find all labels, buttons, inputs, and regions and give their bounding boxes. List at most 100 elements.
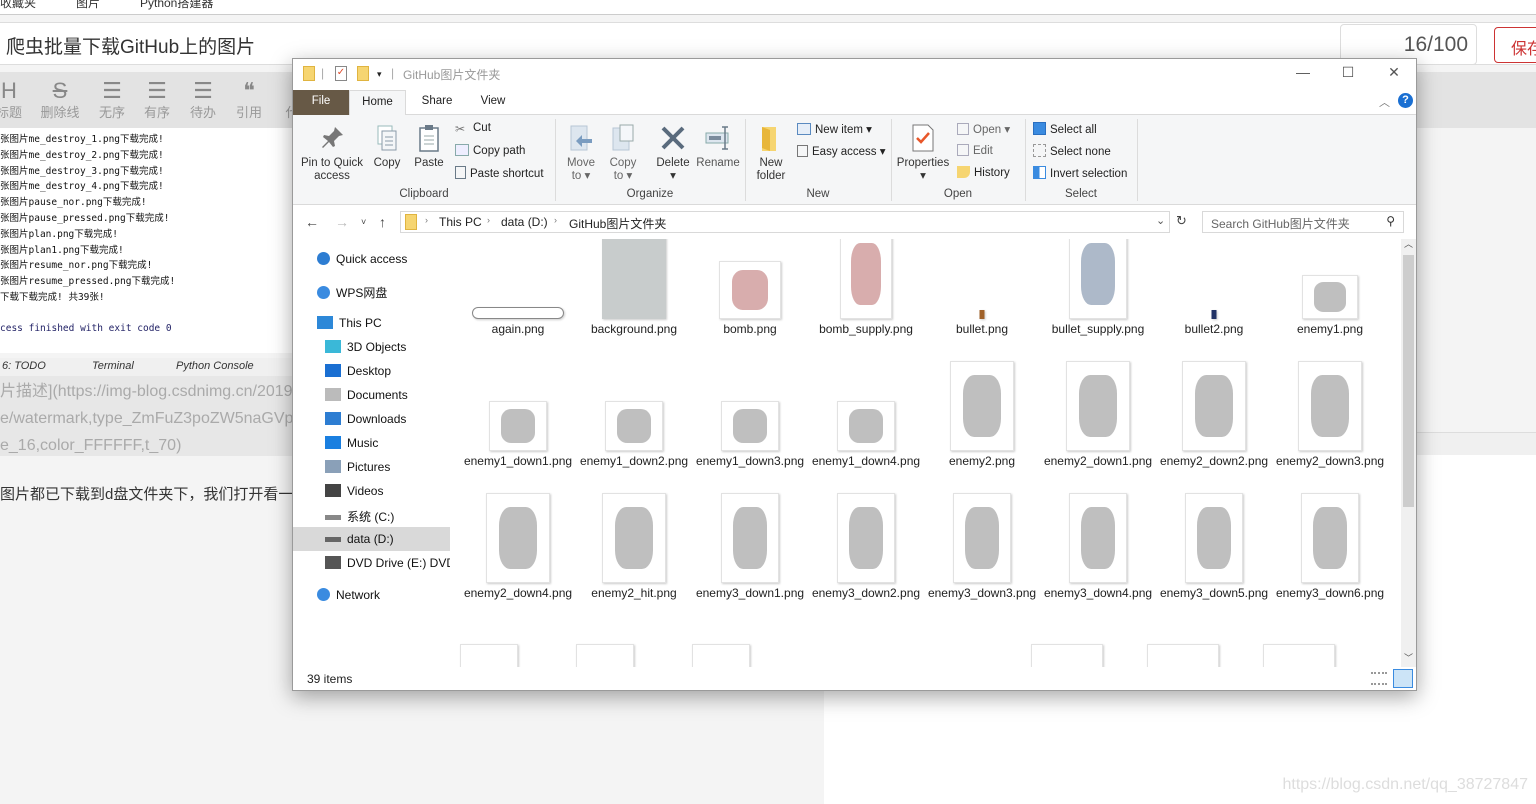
nav-item[interactable]: WPS网盘: [293, 279, 450, 303]
cut-button[interactable]: ✂ Cut: [455, 122, 491, 136]
customize-quick-access-icon[interactable]: ▾: [377, 69, 382, 80]
breadcrumb-this-pc[interactable]: This PC: [439, 215, 482, 229]
nav-item[interactable]: 3D Objects: [293, 335, 450, 359]
history-button[interactable]: History: [957, 166, 1010, 179]
markdown-paragraph[interactable]: 图片都已下载到d盘文件夹下，我们打开看一: [0, 483, 293, 504]
scroll-down-icon[interactable]: ﹀: [1404, 651, 1413, 664]
heading-button[interactable]: H 标题: [0, 80, 24, 121]
breadcrumb-github-folder[interactable]: GitHub图片文件夹: [569, 215, 666, 232]
file-item[interactable]: enemy2_hit.png: [579, 493, 689, 635]
bookmark-item[interactable]: 收藏夹: [0, 0, 36, 11]
search-input[interactable]: Search GitHub图片文件夹 ⚲: [1202, 211, 1404, 233]
properties-button[interactable]: Properties ▾: [895, 123, 951, 183]
file-item[interactable]: enemy2.png: [927, 361, 1037, 503]
properties-quick-icon[interactable]: ✓: [335, 66, 347, 81]
tab-terminal[interactable]: Terminal: [92, 360, 134, 372]
up-button[interactable]: ↑: [379, 214, 386, 230]
tab-python-console[interactable]: Python Console: [176, 360, 254, 372]
file-item[interactable]: enemy3_down3.png: [927, 493, 1037, 635]
article-title-input[interactable]: 爬虫批量下载GitHub上的图片: [6, 32, 255, 59]
file-item[interactable]: enemy1_down1.png: [463, 371, 573, 503]
tab-share[interactable]: Share: [411, 90, 463, 115]
scroll-up-icon[interactable]: ︿: [1404, 237, 1413, 250]
nav-item[interactable]: Videos: [293, 479, 450, 503]
nav-item[interactable]: data (D:): [293, 527, 450, 551]
delete-button[interactable]: Delete ▾: [651, 123, 695, 183]
edit-button[interactable]: Edit: [957, 144, 993, 157]
address-dropdown-icon[interactable]: ⌄: [1156, 214, 1165, 227]
strikethrough-button[interactable]: S 删除线: [40, 80, 80, 121]
file-item[interactable]: enemy1_down4.png: [811, 371, 921, 503]
tab-todo[interactable]: 6: TODO: [2, 360, 46, 372]
help-icon[interactable]: ?: [1398, 93, 1413, 108]
file-thumbnail-partial[interactable]: [1263, 644, 1335, 667]
save-button[interactable]: 保存: [1494, 27, 1536, 63]
details-view-button[interactable]: [1371, 672, 1387, 685]
quote-button[interactable]: ❝ 引用: [234, 80, 264, 121]
file-item[interactable]: enemy2_down2.png: [1159, 361, 1269, 503]
unordered-list-button[interactable]: ☰ 无序: [97, 80, 127, 121]
file-item[interactable]: enemy3_down6.png: [1275, 493, 1385, 635]
pin-to-quick-access-button[interactable]: Pin to Quick access: [299, 123, 365, 183]
file-thumbnail-partial[interactable]: [576, 644, 634, 667]
file-item[interactable]: enemy2_down3.png: [1275, 361, 1385, 503]
bookmark-item[interactable]: Python搭建器: [140, 0, 213, 11]
file-item[interactable]: enemy2_down4.png: [463, 493, 573, 635]
nav-item[interactable]: Downloads: [293, 407, 450, 431]
title-bar[interactable]: | ✓ ▾ | GitHub图片文件夹 — ☐ ✕: [293, 59, 1416, 89]
bookmark-item[interactable]: 图片: [76, 0, 100, 11]
new-folder-button[interactable]: New folder: [751, 123, 791, 183]
open-button[interactable]: Open ▾: [957, 122, 1010, 136]
invert-selection-button[interactable]: Invert selection: [1033, 166, 1127, 180]
file-thumbnail-partial[interactable]: [1147, 644, 1219, 667]
large-icons-view-button[interactable]: [1393, 669, 1413, 688]
file-item[interactable]: enemy3_down5.png: [1159, 493, 1269, 635]
file-item[interactable]: background.png: [579, 239, 689, 371]
collapse-ribbon-icon[interactable]: ︿: [1379, 94, 1390, 110]
move-to-button[interactable]: Move to ▾: [561, 123, 601, 183]
back-button[interactable]: ←: [305, 214, 319, 230]
breadcrumb-data-d[interactable]: data (D:): [501, 215, 548, 229]
file-item[interactable]: enemy1.png: [1275, 239, 1385, 371]
paste-shortcut-button[interactable]: Paste shortcut: [455, 166, 544, 180]
file-item[interactable]: enemy3_down2.png: [811, 493, 921, 635]
forward-button[interactable]: →: [335, 214, 349, 230]
file-item[interactable]: enemy1_down2.png: [579, 371, 689, 503]
todo-list-button[interactable]: ☰ 待办: [188, 80, 218, 121]
new-item-button[interactable]: New item ▾: [797, 122, 872, 136]
tab-file[interactable]: File: [293, 90, 349, 115]
nav-item[interactable]: 系统 (C:): [293, 503, 450, 527]
select-none-button[interactable]: Select none: [1033, 144, 1111, 158]
address-bar[interactable]: › This PC › data (D:) › GitHub图片文件夹 ⌄: [400, 211, 1170, 233]
ordered-list-button[interactable]: ☰ 有序: [142, 80, 172, 121]
minimize-button[interactable]: —: [1288, 64, 1318, 80]
file-item[interactable]: bullet2.png: [1159, 239, 1269, 371]
file-item[interactable]: bomb_supply.png: [811, 239, 921, 371]
nav-item[interactable]: Documents: [293, 383, 450, 407]
easy-access-button[interactable]: Easy access ▾: [797, 144, 886, 158]
select-all-button[interactable]: Select all: [1033, 122, 1097, 136]
nav-item[interactable]: Network: [293, 583, 450, 607]
nav-item[interactable]: Desktop: [293, 359, 450, 383]
file-item[interactable]: again.png: [463, 239, 573, 371]
file-thumbnail-partial[interactable]: [1031, 644, 1103, 667]
paste-button[interactable]: Paste: [409, 123, 449, 170]
nav-item[interactable]: Pictures: [293, 455, 450, 479]
nav-item[interactable]: Quick access: [293, 247, 450, 271]
recent-locations-button[interactable]: ˅: [361, 217, 366, 227]
scrollbar-thumb[interactable]: [1403, 255, 1414, 507]
file-item[interactable]: enemy2_down1.png: [1043, 361, 1153, 503]
markdown-source[interactable]: 片描述](https://img-blog.csdnimg.cn/2019 e/…: [0, 376, 300, 456]
file-thumbnail-partial[interactable]: [692, 644, 750, 667]
nav-item[interactable]: Music: [293, 431, 450, 455]
file-thumbnail-partial[interactable]: [460, 644, 518, 667]
copy-path-button[interactable]: Copy path: [455, 144, 525, 157]
nav-item[interactable]: This PC: [293, 311, 450, 335]
file-item[interactable]: enemy1_down3.png: [695, 371, 805, 503]
file-item[interactable]: bullet_supply.png: [1043, 239, 1153, 371]
tab-view[interactable]: View: [468, 90, 518, 115]
vertical-scrollbar[interactable]: ︿ ﹀: [1401, 239, 1416, 667]
close-button[interactable]: ✕: [1379, 64, 1409, 81]
copy-button[interactable]: Copy: [367, 123, 407, 170]
file-item[interactable]: bullet.png: [927, 239, 1037, 371]
